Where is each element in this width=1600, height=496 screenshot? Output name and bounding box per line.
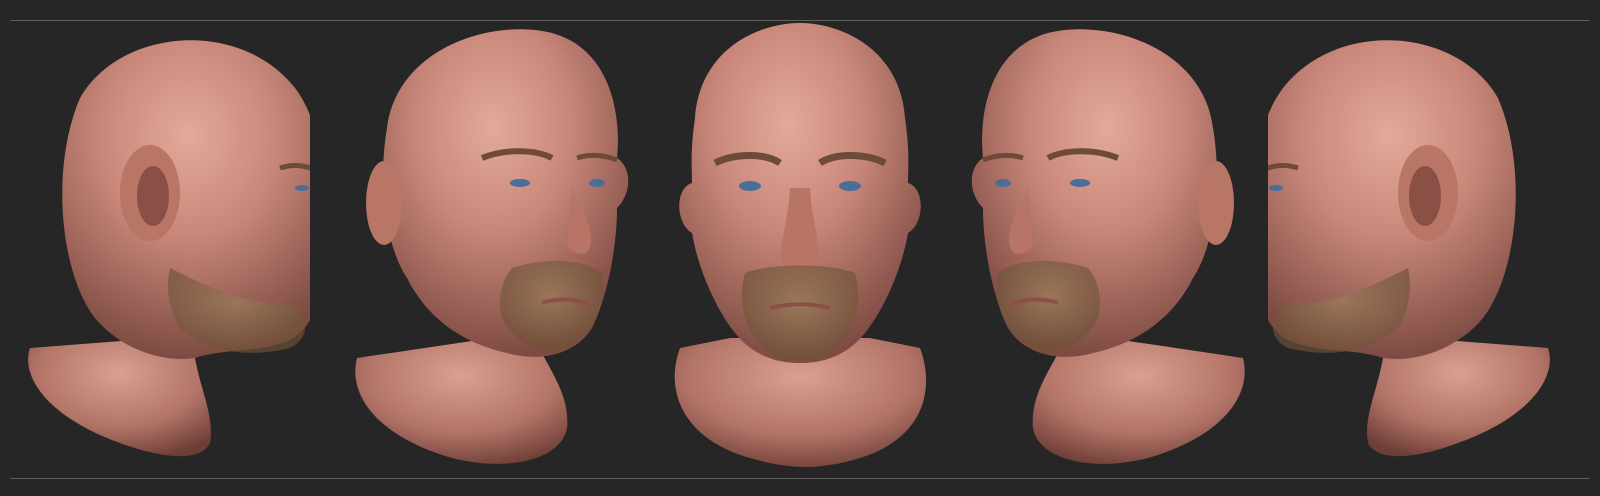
head-front-icon — [650, 18, 950, 488]
head-three-quarter-right-icon — [342, 18, 642, 488]
head-three-quarter-left-icon — [958, 18, 1258, 488]
head-left-profile-icon — [10, 18, 310, 488]
head-right-profile-icon — [1268, 18, 1568, 488]
head-views — [0, 0, 1600, 496]
turntable-render-sheet — [0, 0, 1600, 496]
